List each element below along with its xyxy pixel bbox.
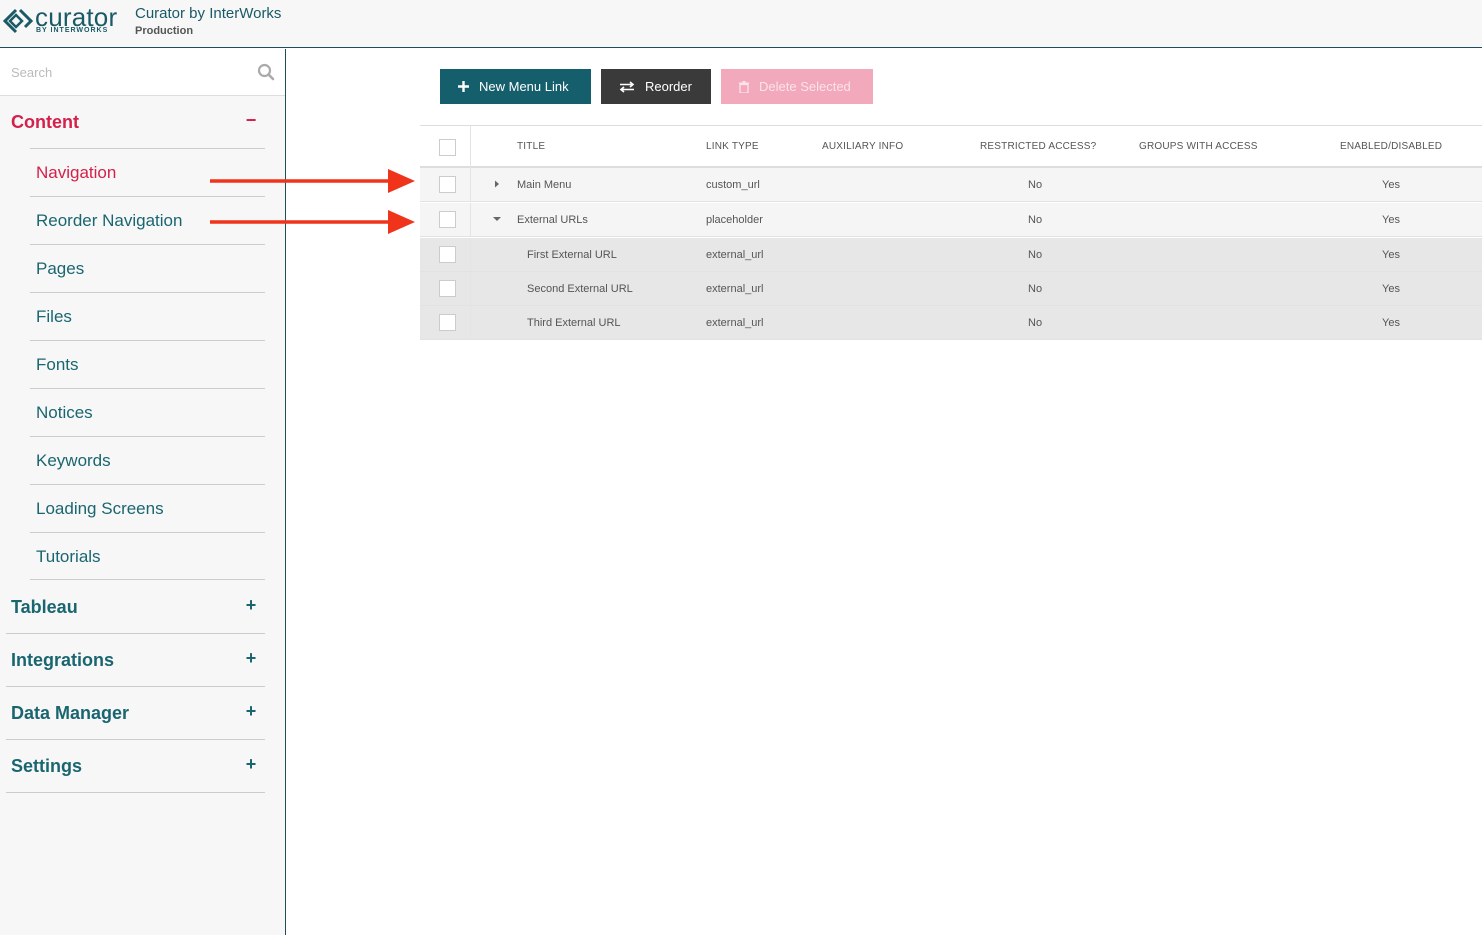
annotation-arrow-icon [210, 169, 415, 193]
sidebar-item-fonts[interactable]: Fonts [30, 340, 265, 388]
row-link-type: custom_url [706, 179, 760, 191]
column-divider [470, 238, 471, 272]
sidebar-item-loading-screens[interactable]: Loading Screens [30, 484, 265, 532]
collapse-icon[interactable]: − [243, 110, 259, 131]
column-header-title[interactable]: TITLE [517, 141, 545, 152]
expand-icon[interactable]: + [243, 701, 259, 722]
table-row[interactable]: Third External URL external_url No Yes [420, 306, 1482, 340]
sidebar-item-label: Fonts [36, 355, 79, 374]
row-checkbox[interactable] [439, 280, 456, 297]
column-header-restricted-access[interactable]: RESTRICTED ACCESS? [980, 141, 1096, 152]
column-divider [470, 203, 471, 237]
column-header-groups-with-access[interactable]: GROUPS WITH ACCESS [1139, 141, 1258, 152]
row-checkbox[interactable] [439, 246, 456, 263]
table-row[interactable]: Second External URL external_url No Yes [420, 272, 1482, 306]
delete-selected-label: Delete Selected [759, 79, 851, 94]
trash-icon [739, 80, 749, 93]
sidebar-item-label: Tutorials [36, 547, 101, 566]
search-box [0, 49, 285, 96]
row-title: External URLs [517, 214, 588, 226]
row-title: Main Menu [517, 179, 572, 191]
sidebar-section-title: Integrations [11, 650, 115, 670]
row-enabled: Yes [1382, 249, 1400, 261]
column-divider [470, 168, 471, 202]
row-title: First External URL [527, 249, 617, 261]
sidebar-section-title: Data Manager [11, 703, 130, 723]
row-enabled: Yes [1382, 179, 1400, 191]
caret-right-icon[interactable] [492, 179, 502, 189]
caret-down-icon[interactable] [492, 214, 502, 224]
row-link-type: external_url [706, 317, 764, 329]
row-restricted: No [1028, 249, 1043, 261]
sidebar-section-tableau[interactable]: Tableau + [6, 581, 265, 634]
app-header: curator BY INTERWORKS Curator by InterWo… [0, 0, 1482, 48]
row-restricted: No [1028, 283, 1043, 295]
swap-arrows-icon [619, 80, 635, 93]
row-checkbox[interactable] [439, 314, 456, 331]
expand-icon[interactable]: + [243, 648, 259, 669]
sidebar-item-label: Navigation [36, 163, 117, 182]
expand-icon[interactable]: + [243, 595, 259, 616]
reorder-button[interactable]: Reorder [601, 69, 711, 104]
sidebar-item-label: Keywords [36, 451, 111, 470]
column-divider [470, 306, 471, 340]
table-header: TITLE LINK TYPE AUXILIARY INFO RESTRICTE… [420, 125, 1482, 169]
column-header-link-type[interactable]: LINK TYPE [706, 141, 759, 152]
sidebar-section-title: Settings [11, 756, 83, 776]
reorder-label: Reorder [645, 79, 692, 94]
app-title: Curator by InterWorks [135, 5, 282, 22]
sidebar-item-keywords[interactable]: Keywords [30, 436, 265, 484]
sidebar-item-files[interactable]: Files [30, 292, 265, 340]
new-menu-link-button[interactable]: New Menu Link [440, 69, 591, 104]
annotation-arrow-icon [210, 210, 415, 234]
environment-label: Production [135, 25, 194, 37]
sidebar-section-title-content[interactable]: Content [11, 112, 79, 133]
row-title: Third External URL [527, 317, 621, 329]
column-header-enabled-disabled[interactable]: ENABLED/DISABLED [1340, 141, 1442, 152]
row-enabled: Yes [1382, 214, 1400, 226]
curator-logo[interactable]: curator BY INTERWORKS [3, 2, 127, 40]
sidebar-item-label: Reorder Navigation [36, 211, 183, 230]
row-restricted: No [1028, 317, 1043, 329]
table-row[interactable]: External URLs placeholder No Yes [420, 203, 1482, 237]
row-restricted: No [1028, 179, 1043, 191]
row-checkbox[interactable] [439, 211, 456, 228]
delete-selected-button[interactable]: Delete Selected [721, 69, 873, 104]
row-enabled: Yes [1382, 283, 1400, 295]
row-link-type: external_url [706, 283, 764, 295]
curator-logo-icon [3, 8, 33, 34]
new-menu-link-label: New Menu Link [479, 79, 569, 94]
expand-icon[interactable]: + [243, 754, 259, 775]
table-row[interactable]: First External URL external_url No Yes [420, 238, 1482, 272]
column-divider [470, 126, 471, 169]
logo-subtitle: BY INTERWORKS [36, 27, 109, 34]
row-link-type: external_url [706, 249, 764, 261]
sidebar-section-data-manager[interactable]: Data Manager + [6, 687, 265, 740]
sidebar-item-label: Notices [36, 403, 93, 422]
row-enabled: Yes [1382, 317, 1400, 329]
row-checkbox[interactable] [439, 176, 456, 193]
column-divider [470, 272, 471, 306]
sidebar-section-settings[interactable]: Settings + [6, 740, 265, 793]
row-title: Second External URL [527, 283, 633, 295]
sidebar-item-label: Loading Screens [36, 499, 164, 518]
sidebar-item-notices[interactable]: Notices [30, 388, 265, 436]
row-restricted: No [1028, 214, 1043, 226]
plus-icon [458, 81, 469, 92]
sidebar-item-pages[interactable]: Pages [30, 244, 265, 292]
select-all-checkbox[interactable] [439, 139, 456, 156]
sidebar-section-integrations[interactable]: Integrations + [6, 634, 265, 687]
search-input[interactable] [0, 49, 250, 95]
sidebar-item-tutorials[interactable]: Tutorials [30, 532, 265, 580]
sidebar-section-title: Tableau [11, 597, 78, 617]
row-link-type: placeholder [706, 214, 763, 226]
search-icon[interactable] [257, 63, 275, 81]
sidebar-item-label: Files [36, 307, 72, 326]
sidebar-item-label: Pages [36, 259, 85, 278]
column-header-auxiliary-info[interactable]: AUXILIARY INFO [822, 141, 903, 152]
table-row[interactable]: Main Menu custom_url No Yes [420, 168, 1482, 202]
